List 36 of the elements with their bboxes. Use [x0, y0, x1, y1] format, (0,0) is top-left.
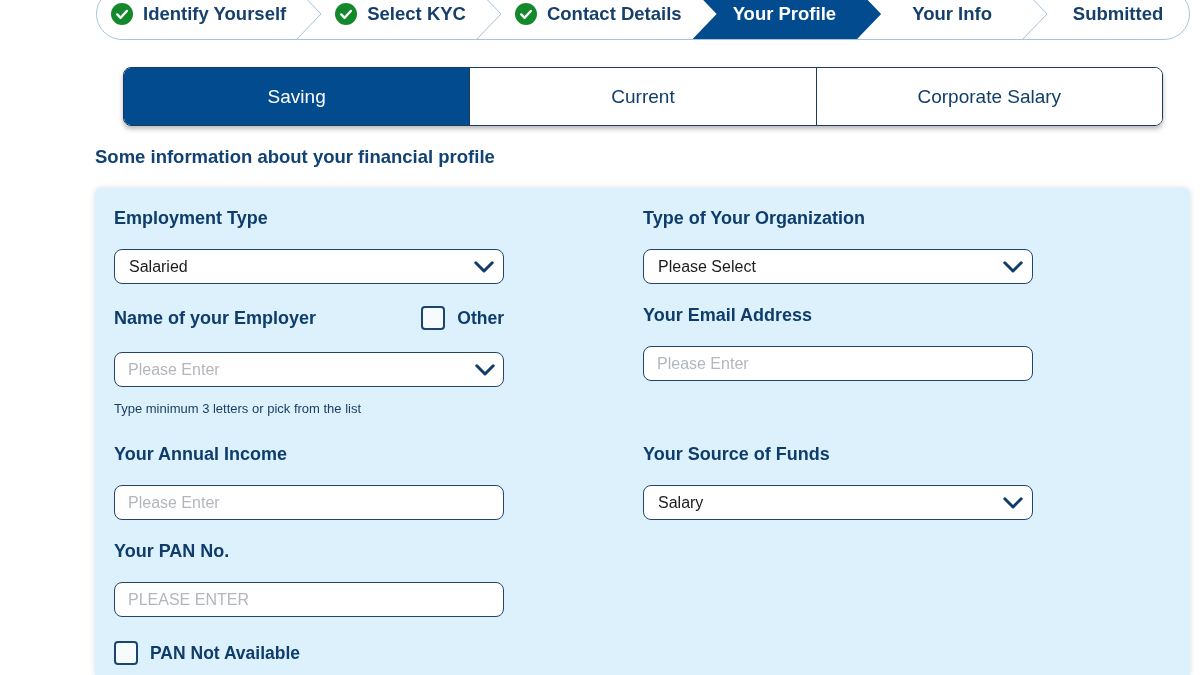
step-label: Select KYC: [367, 3, 466, 25]
dropdown[interactable]: Salary: [643, 485, 1033, 520]
step-label: Submitted: [1072, 3, 1164, 25]
chevron-down-icon: [474, 260, 494, 273]
section-heading: Some information about your financial profile: [95, 146, 495, 168]
field-label: Your Source of Funds: [643, 443, 830, 465]
chevron-down-icon: [1003, 260, 1023, 273]
step-label: Your Profile: [732, 3, 837, 25]
chevron-down-icon: [1003, 496, 1023, 509]
chevron-down-icon: [475, 363, 495, 376]
field-label: Name of your Employer: [114, 307, 317, 329]
field-label: Employment Type: [114, 207, 268, 229]
checkbox-label[interactable]: PAN Not Available: [150, 642, 301, 664]
text-field[interactable]: Please Enter: [114, 485, 504, 520]
field-label: Your Email Address: [643, 304, 813, 326]
check-circle-icon: [514, 3, 537, 25]
checkbox-label[interactable]: Other: [457, 307, 504, 329]
dropdown[interactable]: Please Select: [643, 249, 1033, 284]
field-label: Your Annual Income: [114, 443, 287, 465]
check-circle-icon: [335, 3, 358, 25]
step-label: Identify Yourself: [143, 3, 287, 25]
step-label: Your Info: [912, 3, 992, 25]
checkbox[interactable]: [421, 306, 446, 330]
field-label: Type of Your Organization: [643, 207, 865, 229]
step-label: Contact Details: [546, 3, 682, 25]
text-field[interactable]: PLEASE ENTER: [114, 582, 504, 617]
account-type-tab[interactable]: Corporate Salary: [815, 68, 1162, 125]
checkbox[interactable]: [114, 641, 138, 665]
check-circle-icon: [111, 3, 133, 25]
text-field[interactable]: Please Enter: [643, 346, 1033, 381]
account-type-tab[interactable]: Current: [469, 68, 816, 125]
field-label: Your PAN No.: [114, 540, 230, 562]
account-type-tab[interactable]: Saving: [124, 68, 470, 125]
dropdown[interactable]: Salaried: [114, 249, 504, 284]
helper-text: Type minimum 3 letters or pick from the list: [114, 401, 363, 417]
combobox-field[interactable]: Please Enter: [114, 352, 504, 387]
